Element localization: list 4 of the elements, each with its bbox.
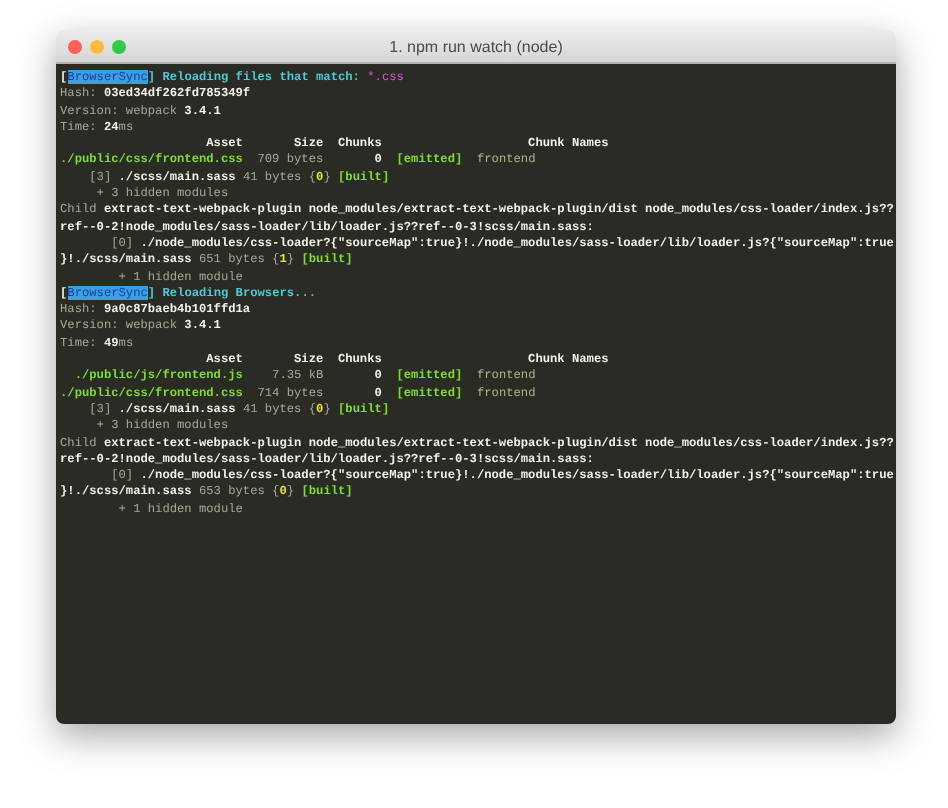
- close-icon[interactable]: [68, 39, 82, 53]
- maximize-icon[interactable]: [112, 39, 126, 53]
- window-title: 1. npm run watch (node): [389, 37, 563, 55]
- minimize-icon[interactable]: [90, 39, 104, 53]
